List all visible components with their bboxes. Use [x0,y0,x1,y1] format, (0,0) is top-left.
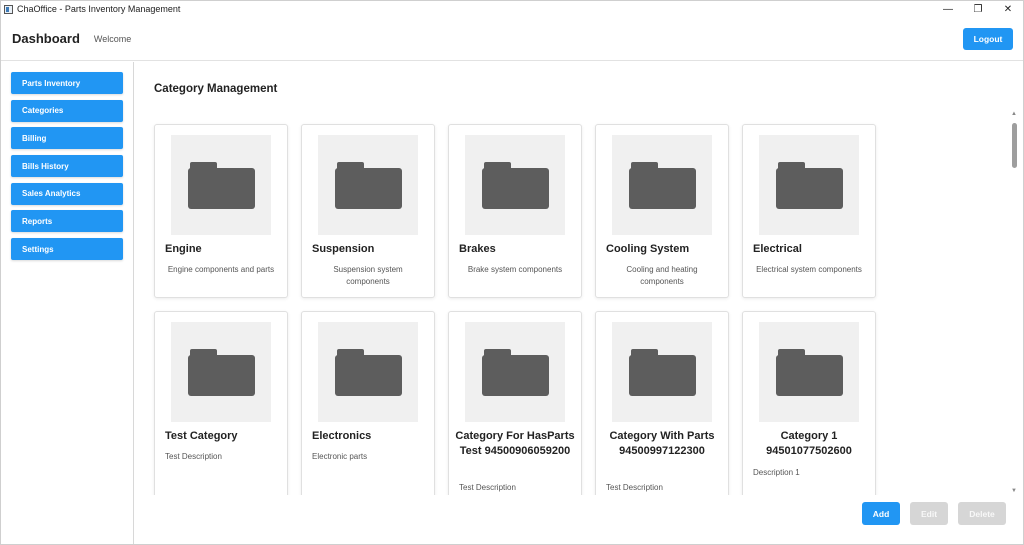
category-name: Suspension [312,243,375,255]
category-name: Test Category [165,430,238,442]
category-description: Brake system components [467,265,563,274]
category-card[interactable]: Engine Engine components and parts [154,124,288,298]
category-thumbnail [171,322,271,422]
folder-icon [334,348,402,396]
category-description: Description 1 [753,468,800,477]
app-window: ChaOffice - Parts Inventory Management —… [0,0,1024,545]
category-description: Engine components and parts [167,265,275,274]
sidebar-item-reports[interactable]: Reports [11,210,123,233]
category-name: Electrical [753,243,802,255]
category-thumbnail [759,322,859,422]
sidebar: Parts Inventory Categories Billing Bills… [1,62,134,544]
sidebar-item-settings[interactable]: Settings [11,238,123,261]
welcome-text: Welcome [93,33,132,44]
category-thumbnail [465,322,565,422]
window-title: ChaOffice - Parts Inventory Management [17,4,181,14]
category-card[interactable]: Category For HasParts Test 9450090605920… [448,311,582,495]
scroll-down-icon[interactable]: ▼ [1011,488,1017,494]
category-card[interactable]: Test Category Test Description [154,311,288,495]
folder-icon [775,348,843,396]
app-header: Dashboard Welcome Logout [1,17,1023,61]
minimize-icon[interactable]: — [933,1,963,17]
category-name: Electronics [312,430,372,442]
category-card[interactable]: Category 1 94501077502600 Description 1 [742,311,876,495]
vertical-scrollbar[interactable]: ▲ ▼ [1009,111,1019,494]
category-thumbnail [612,135,712,235]
category-description: Electrical system components [756,265,862,274]
delete-button[interactable]: Delete [958,502,1006,525]
category-card[interactable]: Electrical Electrical system components [742,124,876,298]
category-description: Electronic parts [312,452,368,461]
sidebar-item-categories[interactable]: Categories [11,99,123,122]
title-bar: ChaOffice - Parts Inventory Management —… [1,1,1023,17]
category-thumbnail [171,135,271,235]
edit-button[interactable]: Edit [910,502,948,525]
folder-icon [628,348,696,396]
category-card[interactable]: Brakes Brake system components [448,124,582,298]
main-content: Category Management Engine Engine compon… [134,62,1023,544]
folder-icon [775,161,843,209]
sidebar-item-billing[interactable]: Billing [11,127,123,150]
scrollbar-thumb[interactable] [1012,123,1017,168]
maximize-icon[interactable]: ❐ [963,1,993,17]
close-icon[interactable]: ✕ [993,1,1023,17]
category-description: Test Description [459,483,516,492]
category-name: Engine [165,243,202,255]
category-thumbnail [318,135,418,235]
folder-icon [187,161,255,209]
section-title: Category Management [154,83,278,95]
folder-icon [187,348,255,396]
category-name: Category 1 94501077502600 [766,430,852,457]
category-card[interactable]: Electronics Electronic parts [301,311,435,495]
folder-icon [628,161,696,209]
logout-button[interactable]: Logout [963,27,1013,50]
category-thumbnail [465,135,565,235]
category-grid: Engine Engine components and parts Suspe… [148,117,1014,495]
category-card[interactable]: Category With Parts 94500997122300 Test … [595,311,729,495]
add-button[interactable]: Add [862,502,900,525]
category-card[interactable]: Cooling System Cooling and heating compo… [595,124,729,298]
app-icon [4,4,13,14]
folder-icon [334,161,402,209]
action-bar: Add Edit Delete [862,502,1006,525]
sidebar-item-parts-inventory[interactable]: Parts Inventory [11,72,123,94]
sidebar-item-bills-history[interactable]: Bills History [11,155,123,178]
app-body: Parts Inventory Categories Billing Bills… [1,62,1023,544]
folder-icon [481,161,549,209]
category-thumbnail [759,135,859,235]
folder-icon [481,348,549,396]
category-description: Test Description [606,483,663,492]
category-name: Category For HasParts Test 9450090605920… [455,430,575,457]
page-heading: Dashboard [12,31,80,46]
category-description: Test Description [165,452,222,461]
category-card[interactable]: Suspension Suspension system components [301,124,435,298]
category-name: Brakes [459,243,496,255]
category-thumbnail [318,322,418,422]
category-name: Category With Parts 94500997122300 [609,430,715,457]
category-thumbnail [612,322,712,422]
scroll-up-icon[interactable]: ▲ [1011,111,1017,117]
category-description: Cooling and heating components [626,265,698,286]
category-description: Suspension system components [333,265,403,286]
category-name: Cooling System [606,243,690,255]
sidebar-item-sales-analytics[interactable]: Sales Analytics [11,182,123,205]
